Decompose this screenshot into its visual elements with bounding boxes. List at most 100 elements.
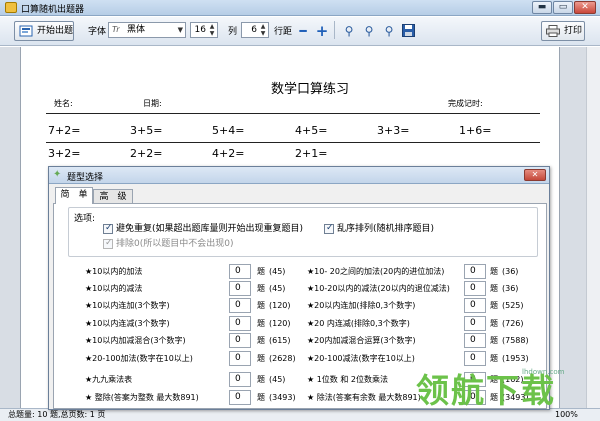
problem: 2+2= [130,147,163,160]
question-unit: 题 [257,267,265,276]
print-button-label: 打印 [564,26,583,36]
title-bar: 口算随机出题器 ▬ ▭ ✕ [0,0,600,16]
printer-icon [546,25,560,37]
font-size-value: 16 [194,25,206,35]
font-size-spinner[interactable]: 16 ▲ ▼ [190,22,218,38]
columns-label: 列 [228,27,238,37]
status-info: 总题量: 10 题,总页数: 1 页 [8,410,106,419]
zoom-fit-icon[interactable]: ⚲ [382,24,396,38]
question-count-input[interactable]: 0 [229,333,251,348]
date-label: 日期: [143,99,162,108]
time-label: 完成记时: [448,99,483,108]
start-icon [19,25,33,37]
question-bank-count: (36) [502,284,519,293]
question-type-label: ★20内加减混合运算(3个数字) [307,336,416,345]
watermark-logo: lhdown.com 领航下载 [416,357,564,411]
zoom-in-icon[interactable]: ⚲ [342,24,356,38]
question-bank-count: (45) [269,284,286,293]
maximize-button[interactable]: ▭ [553,1,573,14]
start-button[interactable]: 开始出题 [14,21,74,41]
dialog-close-button[interactable]: ✕ [524,169,546,181]
exclude-zero-checkbox[interactable]: 排除0(所以题目中不会出现0) [103,238,234,250]
zoom-out-icon[interactable]: ⚲ [362,24,376,38]
zoom-level: 100% [555,410,578,419]
vertical-scrollbar[interactable] [586,47,600,408]
question-count-input[interactable]: 0 [229,372,251,387]
question-count-input[interactable]: 0 [464,281,486,296]
question-unit: 题 [257,336,265,345]
question-type-label: ★10-20以内的减法(20以内的退位减法) [307,284,450,293]
problem: 7+2= [48,124,81,137]
question-unit: 题 [257,319,265,328]
question-count-input[interactable]: 0 [464,264,486,279]
dialog-title-bar: ✦ 题型选择 ✕ [49,167,549,184]
tab-advanced[interactable]: 高 级 [93,189,133,203]
question-bank-count: (615) [269,336,291,345]
question-bank-count: (36) [502,267,519,276]
checkbox-box [103,223,113,234]
dialog-title: 题型选择 [67,173,104,183]
avoid-repeat-checkbox[interactable]: 避免重复(如果超出题库量则开始出现重复题目) [103,223,304,235]
problem: 2+1= [295,147,328,160]
question-type-label: ★ 1位数 和 2位数乘法 [307,375,388,384]
question-count-input[interactable]: 0 [229,316,251,331]
avoid-repeat-label: 避免重复(如果超出题库量则开始出现重复题目) [116,224,304,234]
question-bank-count: (120) [269,301,291,310]
question-unit: 题 [257,354,265,363]
shuffle-label: 乱序排列(随机排序题目) [337,224,435,234]
print-button[interactable]: 打印 [541,21,585,41]
question-unit: 题 [490,319,498,328]
question-type-label: ★九九乘法表 [85,375,133,384]
question-count-input[interactable]: 0 [229,298,251,313]
question-type-label: ★10以内连加(3个数字) [85,301,170,310]
question-type-label: ★10以内连减(3个数字) [85,319,170,328]
save-icon[interactable] [402,24,415,37]
question-type-label: ★20 内连减(排除0,3个数字) [307,319,410,328]
header-rule [46,113,540,114]
question-bank-count: (3493) [269,393,296,402]
wand-icon: ✦ [53,169,62,180]
question-count-input[interactable]: 0 [229,264,251,279]
close-button[interactable]: ✕ [574,1,596,14]
minus-icon[interactable]: ━ [296,24,310,38]
start-button-label: 开始出题 [37,26,74,36]
columns-spinner[interactable]: 6 ▲ ▼ [241,22,269,38]
font-select[interactable]: Tr 黑体 ▼ [108,22,186,38]
question-bank-count: (726) [502,319,524,328]
row-rule [46,142,540,143]
options-label: 选项: [74,211,96,224]
problem: 3+3= [377,124,410,137]
exclude-zero-label: 排除0(所以题目中不会出现0) [116,239,234,249]
question-bank-count: (120) [269,319,291,328]
minimize-button[interactable]: ▬ [532,1,552,14]
font-type-icon: Tr [112,25,120,34]
question-count-input[interactable]: 0 [229,281,251,296]
question-bank-count: (525) [502,301,524,310]
question-type-label: ★20-100减法(数字在10以上) [307,354,415,363]
problem: 3+5= [130,124,163,137]
question-type-label: ★10以内加减混合(3个数字) [85,336,186,345]
problem: 4+5= [295,124,328,137]
question-count-input[interactable]: 0 [464,316,486,331]
question-type-label: ★20-100加法(数字在10以上) [85,354,193,363]
window-title: 口算随机出题器 [21,5,85,15]
question-count-input[interactable]: 0 [464,333,486,348]
question-count-input[interactable]: 0 [229,390,251,405]
toolbar-separator [334,21,335,39]
spinner-arrows-icon: ▲ ▼ [260,23,266,37]
shuffle-checkbox[interactable]: 乱序排列(随机排序题目) [324,223,435,235]
question-bank-count: (7588) [502,336,529,345]
checkbox-box [324,223,334,234]
plus-icon[interactable]: + [315,24,329,39]
tab-simple[interactable]: 简 单 [55,187,93,204]
problem: 4+2= [212,147,245,160]
question-unit: 题 [257,284,265,293]
line-spacing-label: 行距 [274,27,293,37]
question-bank-count: (2628) [269,354,296,363]
question-bank-count: (45) [269,267,286,276]
question-count-input[interactable]: 0 [464,298,486,313]
question-count-input[interactable]: 0 [229,351,251,366]
question-type-label: ★10- 20之间的加法(20内的进位加法) [307,267,445,276]
font-select-value: 黑体 [127,25,146,35]
question-unit: 题 [257,301,265,310]
